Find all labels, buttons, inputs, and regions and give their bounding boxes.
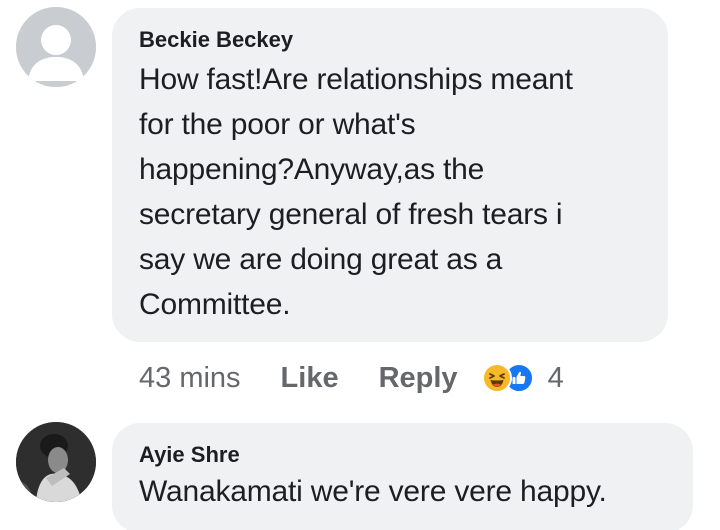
comment-bubble: Beckie Beckey How fast!Are relationships… (112, 8, 668, 342)
reply-button[interactable]: Reply (379, 362, 458, 395)
reaction-count: 4 (547, 361, 564, 394)
haha-reaction-icon (481, 363, 512, 393)
like-button[interactable]: Like (281, 362, 339, 395)
comment-text: Wanakamati we're vere vere happy. (139, 475, 607, 508)
comment-author[interactable]: Ayie Shre (139, 441, 665, 469)
profile-photo-icon (16, 422, 96, 502)
comment-text: How fast!Are relationships meant for the… (139, 57, 640, 327)
default-avatar[interactable] (16, 7, 96, 87)
comment-timestamp[interactable]: 43 mins (139, 362, 241, 395)
profile-avatar[interactable] (16, 422, 96, 502)
comment-line: Committee. (139, 288, 291, 321)
comment-line: How fast!Are relationships meant (139, 63, 573, 96)
comment-thread: Beckie Beckey How fast!Are relationships… (0, 0, 720, 530)
comment-author[interactable]: Beckie Beckey (139, 26, 640, 54)
person-silhouette-icon (16, 7, 96, 87)
comment-actions: 43 mins Like Reply 4 (139, 356, 564, 400)
comment-line: for the poor or what's (139, 108, 416, 141)
comment-line: happening?Anyway,as the (139, 153, 485, 186)
comment-bubble: Ayie Shre Wanakamati we're vere vere hap… (112, 423, 693, 530)
comment-line: secretary general of fresh tears i (139, 198, 563, 231)
comment-line: say we are doing great as a (139, 243, 503, 276)
reaction-summary[interactable]: 4 (481, 361, 564, 395)
